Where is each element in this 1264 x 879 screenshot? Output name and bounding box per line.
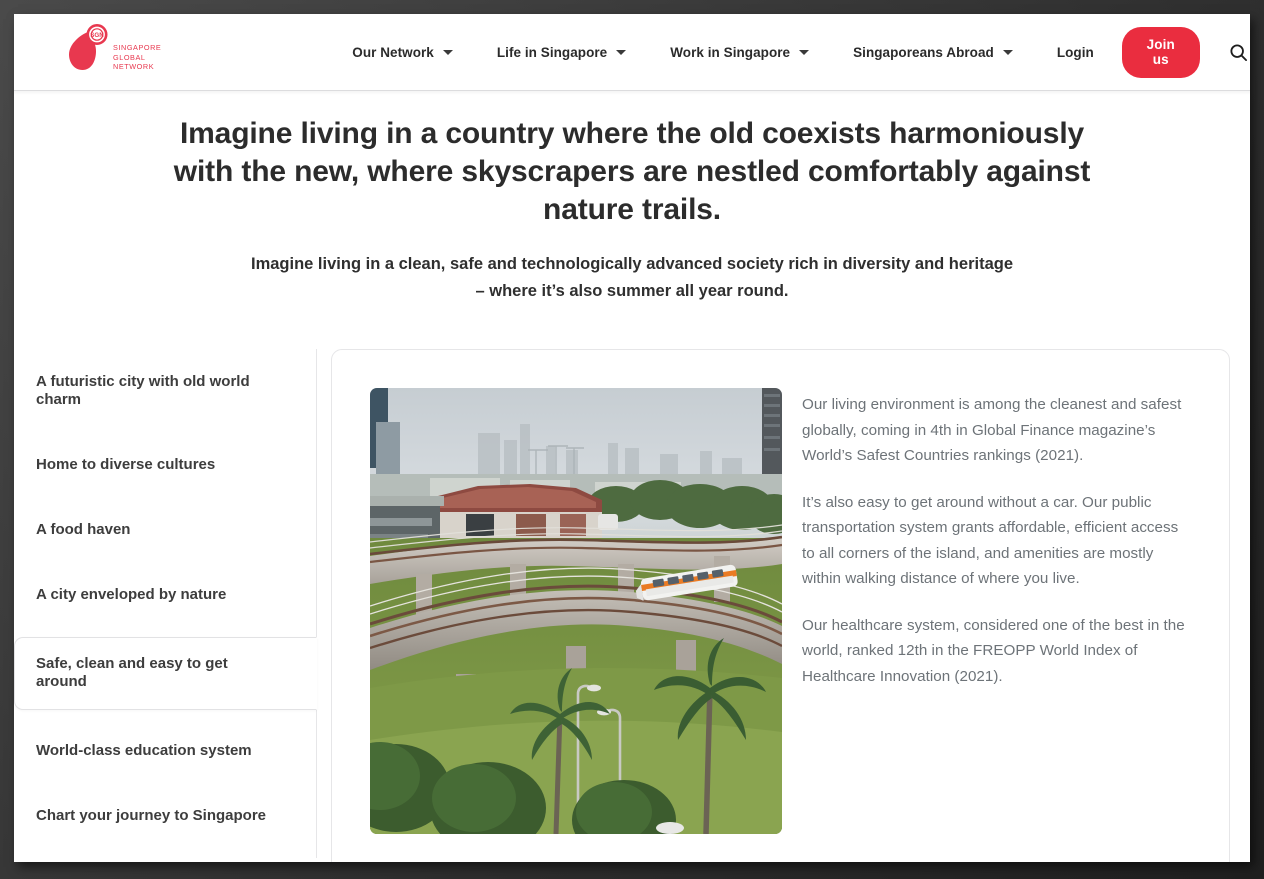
sidebar-item-education-system[interactable]: World-class education system	[14, 728, 316, 775]
hero-subtitle: Imagine living in a clean, safe and tech…	[232, 251, 1032, 305]
logo-wordmark: SINGAPORE GLOBAL NETWORK	[113, 32, 161, 71]
chevron-down-icon	[442, 49, 453, 55]
nav-label: Our Network	[352, 44, 434, 60]
nav-item-work-in-singapore[interactable]: Work in Singapore	[670, 37, 810, 68]
hero-subtitle-line-1: Imagine living in a clean, safe and tech…	[251, 255, 1013, 273]
sidebar-item-chart-your-journey[interactable]: Chart your journey to Singapore	[14, 793, 316, 840]
sidebar-item-label: Home to diverse cultures	[36, 456, 216, 473]
section-content-card: Our living environment is among the clea…	[331, 349, 1230, 862]
sidebar-item-label: Safe, clean and easy to get around	[36, 655, 228, 690]
mrt-viaduct-photo	[370, 388, 782, 834]
chevron-down-icon	[616, 49, 627, 55]
join-us-button[interactable]: Join us	[1121, 26, 1200, 78]
site-logo[interactable]: SGN SINGAPORE GLOBAL NETWORK	[66, 22, 202, 82]
sidebar-item-label: A food haven	[36, 521, 131, 538]
hero-section: Imagine living in a country where the ol…	[14, 91, 1250, 305]
search-icon	[1230, 43, 1248, 61]
logo-line-1: SINGAPORE	[113, 43, 162, 53]
chevron-down-icon	[1002, 49, 1013, 55]
search-button[interactable]	[1228, 37, 1250, 67]
section-sidebar: A futuristic city with old world charm H…	[14, 349, 317, 858]
paragraph-3: Our healthcare system, considered one of…	[802, 616, 1185, 685]
logo-line-3: NETWORK	[113, 62, 155, 72]
sidebar-item-safe-clean-easy-to-get-around[interactable]: Safe, clean and easy to get around	[14, 637, 317, 710]
nav-label: Singaporeans Abroad	[853, 44, 994, 60]
nav-label: Login	[1056, 44, 1094, 60]
hero-subtitle-line-2: – where it’s also summer all year round.	[475, 282, 789, 300]
sidebar-item-futuristic-city[interactable]: A futuristic city with old world charm	[14, 359, 316, 424]
sidebar-item-label: A futuristic city with old world charm	[36, 373, 250, 408]
sidebar-item-label: World-class education system	[36, 742, 252, 759]
sidebar-item-city-enveloped-by-nature[interactable]: A city enveloped by nature	[14, 572, 316, 619]
screenshot-frame: SGN SINGAPORE GLOBAL NETWORK Our Network…	[0, 0, 1264, 879]
sidebar-item-label: Chart your journey to Singapore	[36, 807, 267, 824]
nav-item-singaporeans-abroad[interactable]: Singaporeans Abroad	[853, 37, 1013, 68]
primary-navigation: Our Network Life in Singapore Work in Si…	[352, 26, 1250, 78]
paragraph-1: Our living environment is among the clea…	[802, 396, 1182, 464]
nav-item-login[interactable]: Login	[1057, 37, 1094, 68]
article-body: Our living environment is among the clea…	[802, 388, 1189, 854]
svg-text:SGN: SGN	[90, 32, 104, 39]
paragraph-2: It’s also easy to get around without a c…	[802, 493, 1179, 588]
nav-label: Work in Singapore	[670, 44, 791, 60]
sidebar-item-diverse-cultures[interactable]: Home to diverse cultures	[14, 442, 316, 489]
nav-label: Life in Singapore	[496, 44, 608, 60]
sidebar-item-food-haven[interactable]: A food haven	[14, 507, 316, 554]
page-title: Imagine living in a country where the ol…	[173, 117, 1091, 226]
sidebar-item-label: A city enveloped by nature	[36, 586, 227, 603]
nav-item-our-network[interactable]: Our Network	[352, 37, 453, 68]
sgn-droplet-logo-icon: SGN	[69, 24, 108, 70]
site-header: SGN SINGAPORE GLOBAL NETWORK Our Network…	[14, 14, 1250, 95]
feature-photo	[370, 388, 782, 834]
logo-line-2: GLOBAL	[113, 52, 146, 62]
content-row: A futuristic city with old world charm H…	[14, 349, 1250, 862]
chevron-down-icon	[799, 49, 810, 55]
nav-item-life-in-singapore[interactable]: Life in Singapore	[496, 37, 627, 68]
browser-page: SGN SINGAPORE GLOBAL NETWORK Our Network…	[14, 14, 1250, 862]
